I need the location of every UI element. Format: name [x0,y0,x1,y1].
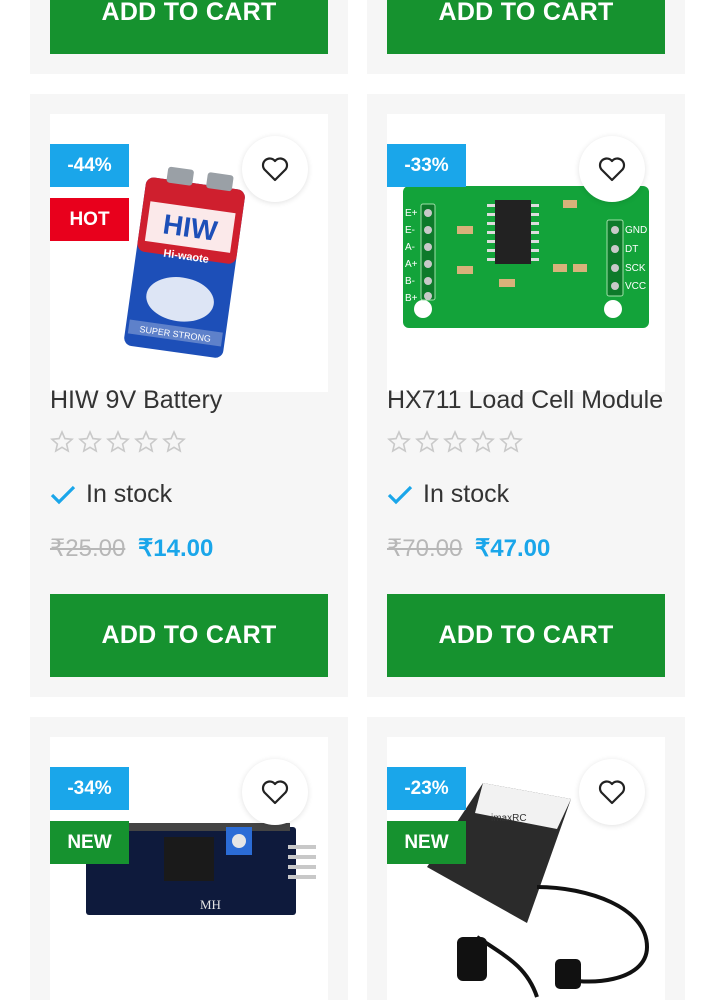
product-image-box[interactable]: MH -34% NEW [50,737,328,1000]
price: ₹70.00 ₹47.00 [387,534,550,563]
star-icon [471,430,495,453]
product-image-box[interactable]: E+ E- A- A+ B- B+ GND DT SCK VCC -33% [387,114,665,392]
old-price: ₹70.00 [387,535,463,562]
stock-status: In stock [387,480,509,509]
add-to-cart-button[interactable]: ADD TO CART [387,0,665,54]
discount-badge: -23% [387,767,466,810]
star-icon [78,430,102,453]
discount-badge: -34% [50,767,129,810]
new-badge: NEW [50,821,129,864]
pin-label-left-2: A- [405,242,415,253]
stock-text: In stock [86,480,173,508]
pin-label-left-0: E+ [405,208,418,219]
star-icon [387,430,411,453]
hot-badge: HOT [50,198,129,241]
product-card-charger: imaxRC -23% NEW [367,717,685,1000]
check-icon [387,485,413,504]
pin-label-right-0: GND [625,225,647,236]
add-to-cart-button[interactable]: ADD TO CART [50,594,328,677]
pin-label-right-2: SCK [625,263,646,274]
stock-text: In stock [423,480,510,508]
product-card-hx711: E+ E- A- A+ B- B+ GND DT SCK VCC -33% HX… [367,94,685,697]
product-title[interactable]: HIW 9V Battery [50,386,222,415]
star-icon [499,430,523,453]
wishlist-button[interactable] [579,759,645,825]
star-icon [443,430,467,453]
pin-label-left-1: E- [405,225,415,236]
star-icon [50,430,74,453]
rating-stars [387,430,523,454]
discount-badge: -44% [50,144,129,187]
add-to-cart-button[interactable]: ADD TO CART [50,0,328,54]
sale-price: ₹47.00 [475,535,551,562]
new-badge: NEW [387,821,466,864]
product-image-box[interactable]: HIW Hi-waote SUPER STRONG -44% HOT [50,114,328,392]
pin-label-left-4: B- [405,276,415,287]
star-icon [134,430,158,453]
product-title[interactable]: HX711 Load Cell Module [387,386,663,415]
heart-icon [598,780,626,805]
stock-status: In stock [50,480,172,509]
add-to-cart-button[interactable]: ADD TO CART [387,594,665,677]
heart-icon [261,157,289,182]
heart-icon [261,780,289,805]
pin-label-right-3: VCC [625,281,646,292]
product-image-box[interactable]: imaxRC -23% NEW [387,737,665,1000]
lcd-adapter-label: MH [200,897,221,912]
wishlist-button[interactable] [242,136,308,202]
check-icon [50,485,76,504]
star-icon [106,430,130,453]
discount-badge: -33% [387,144,466,187]
pin-label-left-5: B+ [405,293,418,304]
product-card-lcd-adapter: MH -34% NEW [30,717,348,1000]
sale-price: ₹14.00 [138,535,214,562]
old-price: ₹25.00 [50,535,126,562]
product-card-top-left: ADD TO CART [30,0,348,74]
wishlist-button[interactable] [579,136,645,202]
price: ₹25.00 ₹14.00 [50,534,213,563]
product-card-hiw-battery: HIW Hi-waote SUPER STRONG -44% HOT HIW 9… [30,94,348,697]
wishlist-button[interactable] [242,759,308,825]
rating-stars [50,430,186,454]
heart-icon [598,157,626,182]
star-icon [162,430,186,453]
charger-label: imaxRC [491,813,527,824]
star-icon [415,430,439,453]
pin-label-right-1: DT [625,244,638,255]
product-card-top-right: ADD TO CART [367,0,685,74]
pin-label-left-3: A+ [405,259,418,270]
